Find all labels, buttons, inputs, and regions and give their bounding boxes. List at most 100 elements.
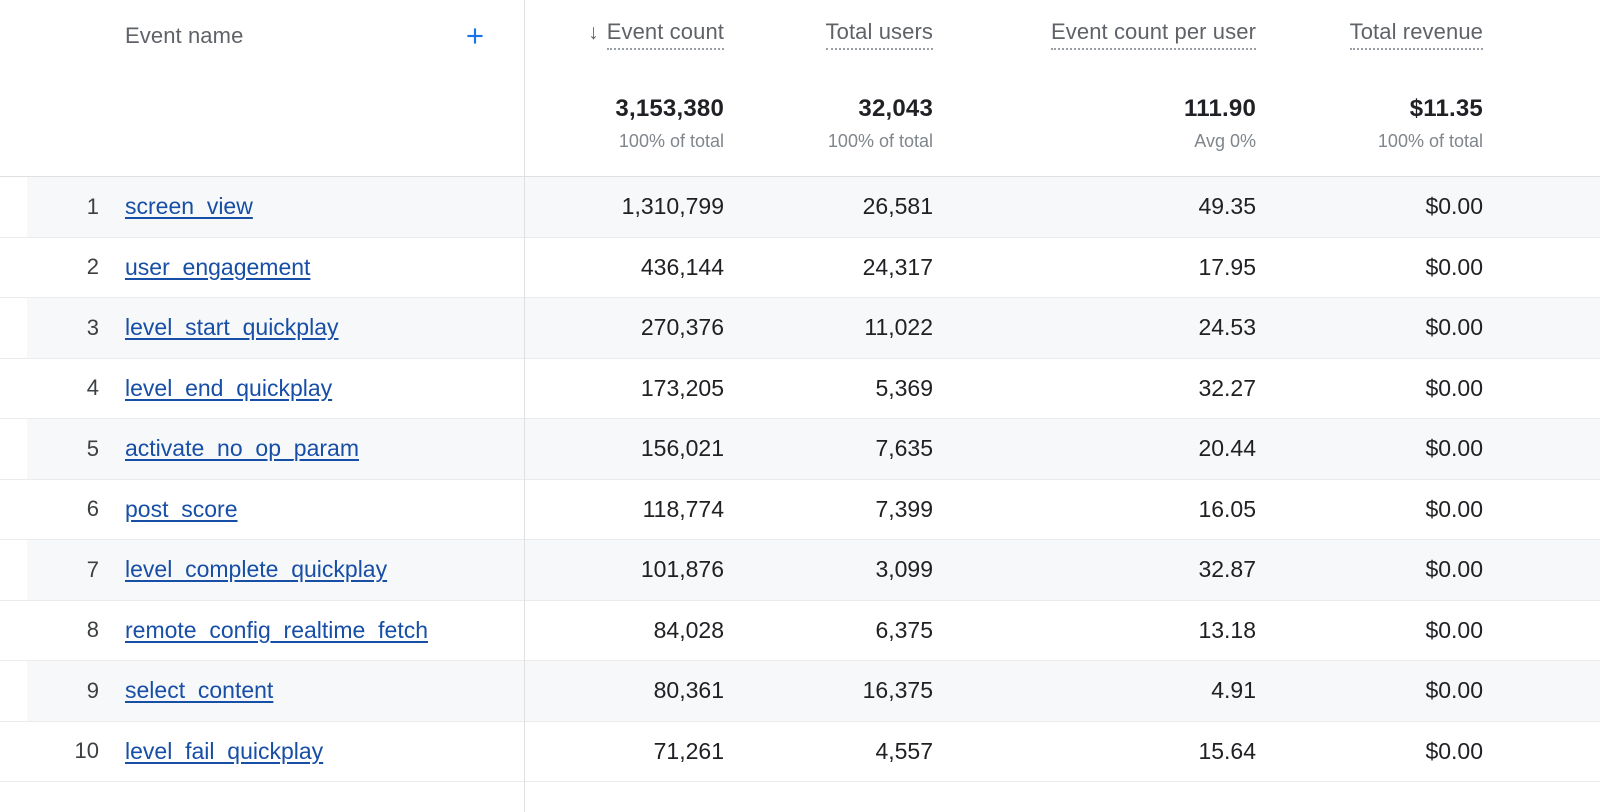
row-event-count-per-user: 20.44 xyxy=(941,435,1269,462)
row-event-count-per-user: 32.87 xyxy=(941,556,1269,583)
row-gutter-mask xyxy=(0,177,27,237)
summary-total-revenue: $11.35 100% of total xyxy=(1269,62,1511,152)
row-event-name-cell: level_end_quickplay xyxy=(125,375,524,402)
row-total-users: 5,369 xyxy=(724,375,941,402)
plus-icon[interactable] xyxy=(461,22,489,50)
table-row[interactable]: 4level_end_quickplay173,2055,36932.27$0.… xyxy=(0,359,1600,420)
row-event-count-per-user: 24.53 xyxy=(941,314,1269,341)
row-total-users: 3,099 xyxy=(724,556,941,583)
table-row[interactable]: 6post_score118,7747,39916.05$0.00 xyxy=(0,480,1600,541)
table-row[interactable]: 8remote_config_realtime_fetch84,0286,375… xyxy=(0,601,1600,662)
row-event-count-per-user: 49.35 xyxy=(941,193,1269,220)
table-row[interactable]: 3level_start_quickplay270,37611,02224.53… xyxy=(0,298,1600,359)
header-event-count-cell: ↓ Event count xyxy=(525,19,724,62)
table-row[interactable]: 7level_complete_quickplay 101,8763,09932.… xyxy=(0,540,1600,601)
event-name-link[interactable]: user_engagement xyxy=(125,254,310,280)
row-gutter-mask xyxy=(0,601,27,661)
row-event-name-cell: remote_config_realtime_fetch xyxy=(125,617,524,644)
events-table: Event name ↓ Event count Total users Even… xyxy=(0,0,1600,812)
row-event-count: 71,261 xyxy=(525,738,724,765)
row-total-revenue: $0.00 xyxy=(1269,738,1511,765)
table-row[interactable]: 2user_engagement 436,14424,31717.95$0.00 xyxy=(0,238,1600,299)
row-total-users: 24,317 xyxy=(724,254,941,281)
row-gutter-mask xyxy=(0,419,27,479)
column-group-divider xyxy=(524,0,525,812)
row-total-revenue: $0.00 xyxy=(1269,254,1511,281)
row-index: 4 xyxy=(27,375,125,401)
header-index-spacer xyxy=(27,50,125,62)
summary-name-spacer xyxy=(125,62,524,96)
row-index: 6 xyxy=(27,496,125,522)
summary-total-users-value: 32,043 xyxy=(724,96,933,122)
column-header-event-count[interactable]: Event count xyxy=(607,19,724,50)
summary-total-users-subtext: 100% of total xyxy=(724,132,933,152)
row-event-name-cell: post_score xyxy=(125,496,524,523)
event-name-link[interactable]: level_end_quickplay xyxy=(125,375,332,401)
row-total-revenue: $0.00 xyxy=(1269,496,1511,523)
summary-event-count-subtext: 100% of total xyxy=(525,132,724,152)
event-name-link[interactable]: level_fail_quickplay xyxy=(125,738,323,764)
summary-event-count-per-user-subtext: Avg 0% xyxy=(941,132,1256,152)
row-event-count-per-user: 15.64 xyxy=(941,738,1269,765)
event-name-link[interactable]: select_content xyxy=(125,677,273,703)
summary-event-count-value: 3,153,380 xyxy=(525,96,724,122)
row-event-name-cell: level_fail_quickplay xyxy=(125,738,524,765)
event-name-link[interactable]: screen_view xyxy=(125,193,253,219)
column-header-event-count-per-user[interactable]: Event count per user xyxy=(1051,19,1256,50)
table-body: 1screen_view1,310,79926,58149.35$0.002us… xyxy=(0,177,1600,782)
event-name-link[interactable]: level_complete_quickplay xyxy=(125,556,387,582)
row-total-users: 7,635 xyxy=(724,435,941,462)
event-name-link[interactable]: level_start_quickplay xyxy=(125,314,339,340)
event-name-link[interactable]: activate_no_op_param xyxy=(125,435,359,461)
row-event-name-cell: level_complete_quickplay xyxy=(125,556,524,583)
summary-event-count-per-user: 111.90 Avg 0% xyxy=(941,62,1269,152)
row-index: 2 xyxy=(27,254,125,280)
table-row[interactable]: 1screen_view1,310,79926,58149.35$0.00 xyxy=(0,177,1600,238)
row-gutter-mask xyxy=(0,359,27,419)
event-name-link[interactable]: post_score xyxy=(125,496,238,522)
summary-gutter xyxy=(0,62,27,96)
header-total-revenue-cell: Total revenue xyxy=(1269,19,1511,62)
arrow-down-icon[interactable]: ↓ xyxy=(588,22,599,43)
row-event-count-per-user: 16.05 xyxy=(941,496,1269,523)
column-header-total-revenue[interactable]: Total revenue xyxy=(1350,19,1483,50)
table-row[interactable]: 5activate_no_op_param156,0217,63520.44$0… xyxy=(0,419,1600,480)
row-total-revenue: $0.00 xyxy=(1269,314,1511,341)
column-header-event-name[interactable]: Event name xyxy=(125,23,243,49)
column-header-total-users[interactable]: Total users xyxy=(826,19,933,50)
row-gutter-mask xyxy=(0,298,27,358)
row-event-name-cell: screen_view xyxy=(125,193,524,220)
row-event-count: 436,144 xyxy=(525,254,724,281)
table-row[interactable]: 9select_content80,36116,3754.91$0.00 xyxy=(0,661,1600,722)
header-event-count-per-user-cell: Event count per user xyxy=(941,19,1269,62)
summary-index-spacer xyxy=(27,62,125,96)
row-index: 10 xyxy=(27,738,125,764)
row-event-name-cell: level_start_quickplay xyxy=(125,314,524,341)
row-gutter-mask xyxy=(0,722,27,782)
row-total-users: 7,399 xyxy=(724,496,941,523)
row-index: 7 xyxy=(27,557,125,583)
row-total-users: 16,375 xyxy=(724,677,941,704)
summary-event-count: 3,153,380 100% of total xyxy=(525,62,724,152)
row-gutter-mask xyxy=(0,480,27,540)
row-event-name-cell: user_engagement xyxy=(125,254,524,281)
row-total-revenue: $0.00 xyxy=(1269,375,1511,402)
header-event-name-cell: Event name xyxy=(125,22,524,62)
row-total-revenue: $0.00 xyxy=(1269,617,1511,644)
header-total-users-cell: Total users xyxy=(724,19,941,62)
row-total-users: 26,581 xyxy=(724,193,941,220)
row-gutter-mask xyxy=(0,238,27,298)
row-total-users: 11,022 xyxy=(724,314,941,341)
row-index: 8 xyxy=(27,617,125,643)
row-event-count: 156,021 xyxy=(525,435,724,462)
table-summary-row: 3,153,380 100% of total 32,043 100% of t… xyxy=(0,62,1600,177)
row-event-count: 101,876 xyxy=(525,556,724,583)
header-gutter xyxy=(0,50,27,62)
table-row[interactable]: 10level_fail_quickplay 71,2614,55715.64$0… xyxy=(0,722,1600,783)
row-index: 5 xyxy=(27,436,125,462)
event-name-link[interactable]: remote_config_realtime_fetch xyxy=(125,617,428,643)
row-total-users: 6,375 xyxy=(724,617,941,644)
row-event-count-per-user: 17.95 xyxy=(941,254,1269,281)
row-total-revenue: $0.00 xyxy=(1269,193,1511,220)
row-total-users: 4,557 xyxy=(724,738,941,765)
